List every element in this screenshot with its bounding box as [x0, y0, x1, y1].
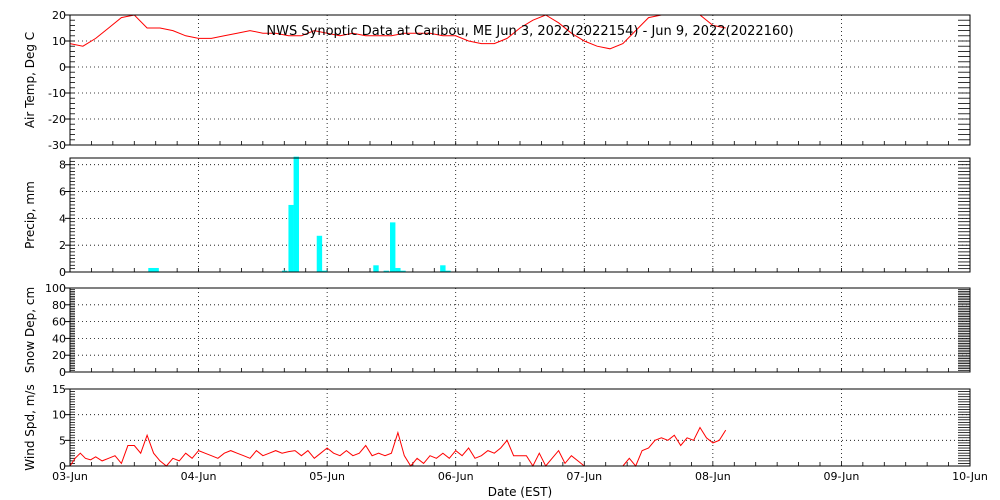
wind-speed-y-tick-label: 10: [52, 409, 66, 422]
snow-depth-y-tick-label: 60: [52, 316, 66, 329]
wind-speed-y-tick-label: 5: [59, 434, 66, 447]
snow-depth-frame: [69, 287, 971, 373]
precip-frame: [69, 157, 971, 273]
precip-y-tick-label: 4: [59, 212, 66, 225]
x-tick-label: 10-Jun: [952, 470, 988, 483]
wind-speed-panel: 051015Wind Spd, m/s: [23, 383, 971, 473]
precip-y-tick-label: 8: [59, 159, 66, 172]
snow-depth-panel: 0 20 40 60 80 100 Snow Dep, cm: [23, 282, 971, 379]
x-tick-label: 04-Jun: [181, 470, 217, 483]
weather-chart: -30 -20 -10 0 10 20 Air Temp, Deg C 0 2 4 6 8 Precip…: [23, 9, 988, 499]
x-tick-label: 06-Jun: [438, 470, 474, 483]
snow-depth-y-tick-label: 0: [59, 366, 66, 379]
precip-y-tick-label: 2: [59, 239, 66, 252]
x-tick-label: 03-Jun: [52, 470, 88, 483]
x-tick-label: 08-Jun: [695, 470, 731, 483]
precip-bar: [316, 235, 323, 272]
x-tick-label: 05-Jun: [309, 470, 345, 483]
air-temp-y-tick-label: -30: [48, 139, 66, 152]
precip-y-tick-label: 0: [59, 266, 66, 279]
wind-speed-series-line: [622, 426, 727, 467]
wind-speed-y-axis-label: Wind Spd, m/s: [23, 384, 37, 470]
snow-depth-y-axis-label: Snow Dep, cm: [23, 287, 37, 373]
air-temp-y-tick-label: 10: [52, 35, 66, 48]
x-axis-label: Date (EST): [488, 485, 552, 499]
x-tick-label: 09-Jun: [824, 470, 860, 483]
precip-bar: [390, 222, 396, 272]
precip-bar: [293, 156, 299, 272]
snow-depth-y-tick-label: 100: [45, 282, 66, 295]
snow-depth-y-tick-label: 40: [52, 332, 66, 345]
precip-bar: [395, 267, 401, 272]
precip-bar: [288, 204, 294, 272]
precip-bar: [148, 267, 154, 272]
wind-speed-y-tick-label: 15: [52, 383, 66, 396]
wind-speed-frame: [69, 388, 971, 467]
precip-bar: [153, 267, 159, 272]
chart-title: NWS Synoptic Data at Caribou, ME Jun 3, …: [266, 24, 793, 39]
air-temp-y-tick-label: 20: [52, 9, 66, 22]
precip-bar: [440, 265, 446, 272]
precip-y-tick-label: 6: [59, 186, 66, 199]
snow-depth-y-tick-label: 80: [52, 299, 66, 312]
air-temp-y-tick-label: -10: [48, 87, 66, 100]
precip-panel: 0 2 4 6 8 Precip, mm: [23, 156, 971, 279]
snow-depth-y-tick-label: 20: [52, 349, 66, 362]
air-temp-y-tick-label: 0: [59, 61, 66, 74]
x-tick-label: 07-Jun: [566, 470, 602, 483]
air-temp-y-axis-label: Air Temp, Deg C: [23, 32, 37, 128]
air-temp-y-tick-label: -20: [48, 113, 66, 126]
precip-bar: [373, 265, 379, 272]
precip-y-axis-label: Precip, mm: [23, 181, 37, 249]
